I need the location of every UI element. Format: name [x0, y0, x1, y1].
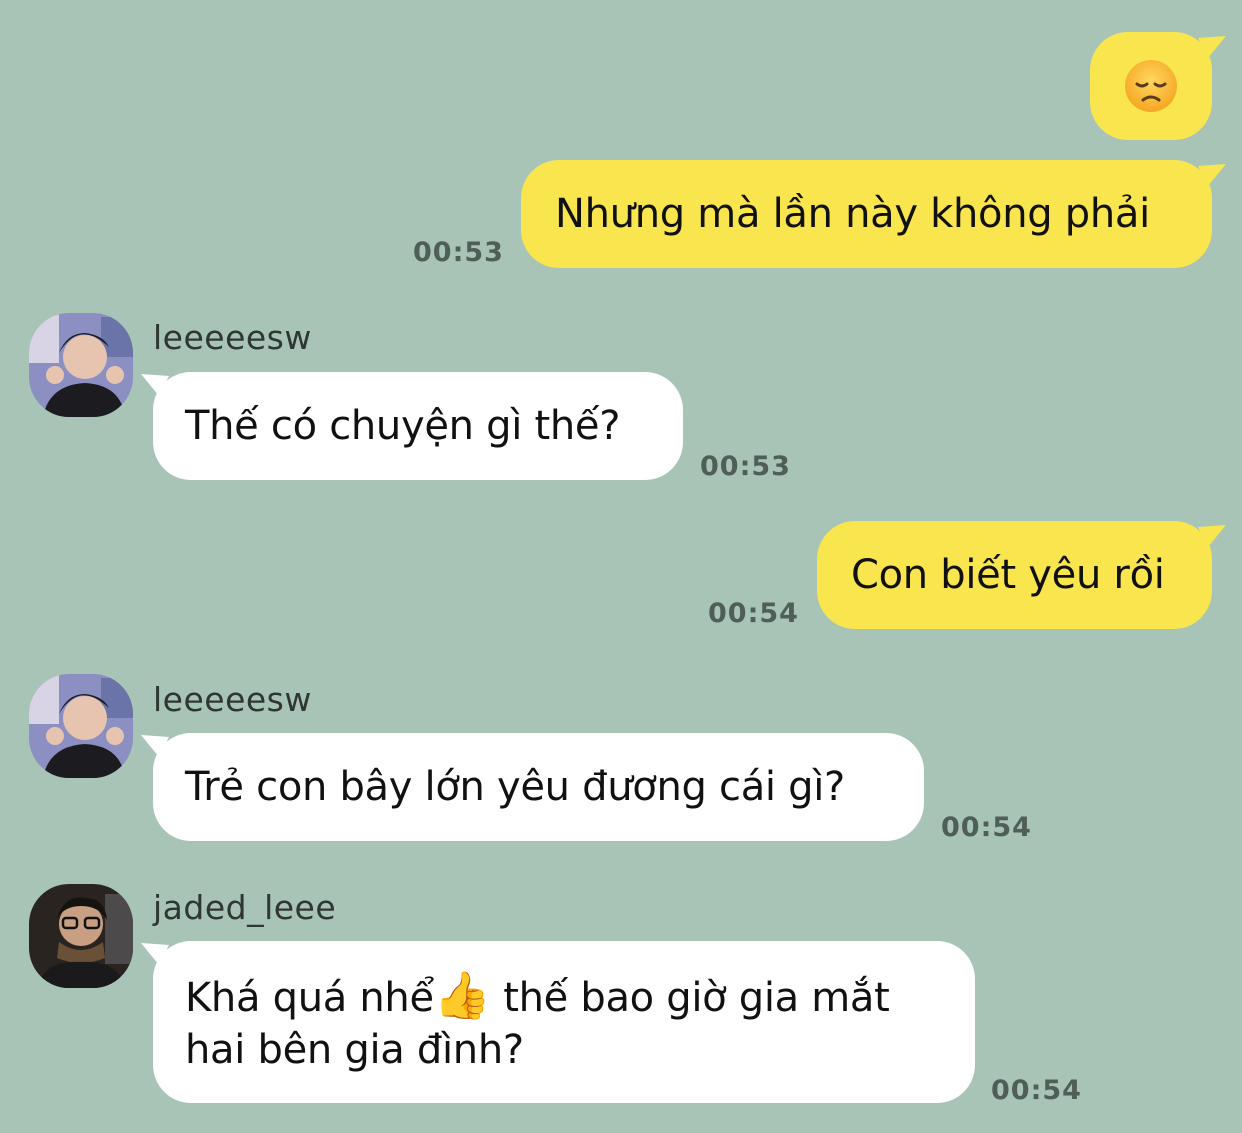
- bubble-tail-icon: [1198, 525, 1226, 547]
- user-avatar[interactable]: [29, 313, 133, 417]
- outgoing-message-bubble[interactable]: [1090, 32, 1226, 140]
- bubble-tail-icon: [141, 374, 169, 396]
- message-text-line-2: hai bên gia đình?: [185, 1024, 943, 1076]
- outgoing-message-bubble[interactable]: Con biết yêu rồi: [817, 521, 1226, 629]
- disappointed-face-icon: [1123, 58, 1179, 114]
- message-text: Con biết yêu rồi: [851, 552, 1165, 598]
- message-text-line-1: Khá quá nhể👍 thế bao giờ gia mắt: [185, 969, 943, 1024]
- message-text: hai bên gia đình?: [185, 1027, 524, 1073]
- message-timestamp: 00:54: [991, 1075, 1082, 1106]
- message-text: Trẻ con bây lớn yêu đương cái gì?: [185, 764, 845, 810]
- user-avatar[interactable]: [29, 884, 133, 988]
- message-timestamp: 00:53: [413, 237, 504, 268]
- user-avatar[interactable]: [29, 674, 133, 778]
- message-timestamp: 00:54: [708, 598, 799, 629]
- thumbs-up-icon: 👍: [433, 968, 491, 1022]
- message-timestamp: 00:54: [941, 812, 1032, 843]
- bubble-tail-icon: [1198, 164, 1226, 186]
- incoming-message-bubble[interactable]: Trẻ con bây lớn yêu đương cái gì?: [141, 733, 924, 841]
- incoming-message-bubble[interactable]: Thế có chuyện gì thế?: [141, 372, 683, 480]
- sender-name: jaded_leee: [153, 888, 337, 927]
- chat-conversation: 00:53 Nhưng mà lần này không phải leeeee…: [0, 0, 1242, 1133]
- message-text: thế bao giờ gia mắt: [490, 975, 890, 1021]
- bubble-tail-icon: [141, 735, 169, 757]
- message-text: Nhưng mà lần này không phải: [555, 191, 1150, 237]
- bubble-tail-icon: [141, 943, 169, 965]
- outgoing-message-bubble[interactable]: Nhưng mà lần này không phải: [521, 160, 1226, 268]
- message-text: Khá quá nhể: [185, 975, 434, 1021]
- sender-name: leeeeesw: [153, 318, 312, 357]
- message-text: Thế có chuyện gì thế?: [185, 403, 621, 449]
- bubble-tail-icon: [1198, 36, 1226, 58]
- message-timestamp: 00:53: [700, 451, 791, 482]
- sender-name: leeeeesw: [153, 680, 312, 719]
- incoming-message-bubble[interactable]: Khá quá nhể👍 thế bao giờ gia mắt hai bên…: [141, 941, 975, 1103]
